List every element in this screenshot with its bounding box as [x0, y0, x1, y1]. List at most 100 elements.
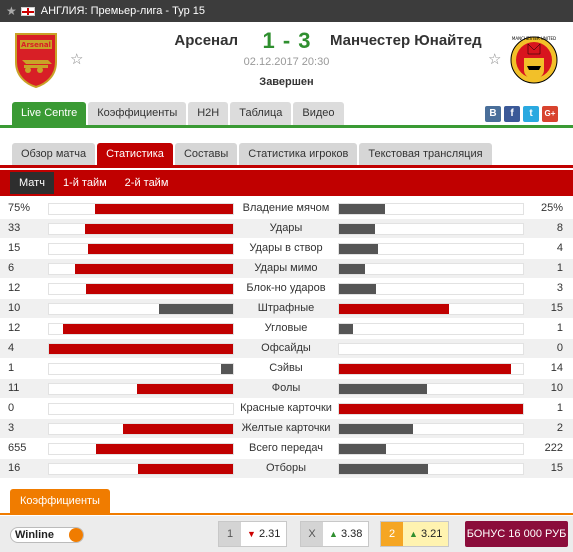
share-buttons: В f t G+: [485, 106, 558, 122]
tab-table[interactable]: Таблица: [230, 102, 292, 125]
stat-home-value: 11: [8, 382, 20, 394]
stat-label: Удары в створ: [249, 242, 323, 254]
stat-row: 1 Сэйвы 14: [0, 359, 573, 379]
stat-away-value: 1: [556, 322, 563, 334]
manchester-united-logo-text: MANCHESTER UNITED: [512, 36, 556, 41]
stat-home-bar: [48, 403, 234, 415]
stats-table: 75% Владение мячом 25% 33 Удары 8 15 Удары в ст…: [0, 199, 573, 479]
stat-away-fill: [339, 284, 376, 294]
odd-home[interactable]: 1 ▼ 2.31: [218, 521, 288, 547]
stat-home-fill: [122, 424, 233, 434]
subtab-lineups[interactable]: Составы: [174, 143, 238, 165]
odds-tab[interactable]: Коэффициенты: [10, 489, 110, 513]
period-match[interactable]: Матч: [10, 172, 54, 194]
stat-home-value: 12: [8, 282, 21, 294]
period-first-half[interactable]: 1-й тайм: [54, 172, 116, 194]
stat-home-value: 75%: [8, 202, 31, 214]
stat-away-fill: [339, 364, 511, 374]
stat-row: 10 Штрафные 15: [0, 299, 573, 319]
stat-away-fill: [339, 404, 523, 414]
stat-away-bar: [338, 243, 524, 255]
stat-away-value: 4: [556, 242, 563, 254]
stat-label: Сэйвы: [269, 362, 303, 374]
stat-away-bar: [338, 263, 524, 275]
stat-home-bar: [48, 303, 234, 315]
facebook-icon[interactable]: f: [504, 106, 520, 122]
stat-row: 12 Блок-но ударов 3: [0, 279, 573, 299]
stat-away-bar: [338, 223, 524, 235]
bonus-button[interactable]: БОНУС 16 000 РУБ: [465, 521, 568, 547]
tab-odds[interactable]: Коэффициенты: [88, 102, 187, 125]
subtab-statistics[interactable]: Статистика: [97, 143, 173, 165]
bookmaker-logo[interactable]: Winline: [10, 527, 84, 543]
league-title: АНГЛИЯ: Премьер-лига - Тур 15: [40, 5, 206, 17]
subtab-player-stats[interactable]: Статистика игроков: [239, 143, 358, 165]
stat-home-value: 6: [8, 262, 15, 274]
stat-home-fill: [63, 324, 233, 334]
vk-icon[interactable]: В: [485, 106, 501, 122]
stat-label: Всего передач: [249, 442, 323, 454]
stat-home-value: 12: [8, 322, 21, 334]
stat-home-value: 3: [8, 422, 15, 434]
arsenal-logo-text: Arsenal: [21, 41, 51, 49]
stat-away-value: 15: [550, 302, 563, 314]
subtab-overview[interactable]: Обзор матча: [12, 143, 96, 165]
odd-draw-value: 3.38: [340, 528, 363, 540]
stat-home-bar: [48, 423, 234, 435]
stat-away-fill: [339, 324, 354, 334]
stat-away-bar: [338, 343, 524, 355]
stat-away-value: 14: [550, 362, 563, 374]
stat-home-bar: [48, 223, 234, 235]
stat-away-bar: [338, 203, 524, 215]
odd-home-value: 2.31: [258, 528, 281, 540]
stat-away-value: 2: [556, 422, 563, 434]
odd-away-up-arrow-icon: ▲: [409, 529, 418, 539]
stat-away-value: 25%: [540, 202, 563, 214]
odd-away[interactable]: 2 ▲ 3.21: [380, 521, 450, 547]
away-team-name[interactable]: Манчестер Юнайтед: [330, 32, 482, 49]
stat-label: Блок-но ударов: [246, 282, 326, 294]
stat-row: 0 Красные карточки 1: [0, 399, 573, 419]
stat-away-bar: [338, 463, 524, 475]
stat-away-value: 8: [556, 222, 563, 234]
period-second-half[interactable]: 2-й тайм: [116, 172, 178, 194]
stat-home-bar: [48, 463, 234, 475]
tab-live-centre[interactable]: Live Centre: [12, 102, 87, 125]
stat-away-fill: [339, 224, 375, 234]
stat-label: Угловые: [264, 322, 308, 334]
star-icon[interactable]: ★: [6, 4, 17, 18]
stat-home-fill: [95, 204, 233, 214]
stat-label: Фолы: [271, 382, 301, 394]
stat-row: 75% Владение мячом 25%: [0, 199, 573, 219]
odds-tab-underline: [0, 513, 573, 515]
stat-away-fill: [339, 384, 427, 394]
stat-home-value: 655: [8, 442, 27, 454]
stat-home-bar: [48, 203, 234, 215]
stat-home-value: 15: [8, 242, 21, 254]
main-tabs: Live Centre Коэффициенты H2H Таблица Вид…: [12, 102, 344, 125]
period-tabs: Матч 1-й тайм 2-й тайм: [10, 172, 177, 194]
stat-away-fill: [339, 444, 386, 454]
stat-row: 3 Желтые карточки 2: [0, 419, 573, 439]
match-status: Завершен: [259, 76, 314, 88]
stat-away-value: 3: [556, 282, 563, 294]
stat-home-value: 4: [8, 342, 15, 354]
main-tabs-underline: [0, 125, 573, 128]
odd-draw[interactable]: X ▲ 3.38: [300, 521, 370, 547]
stat-label: Удары: [269, 222, 303, 234]
stat-home-value: 16: [8, 462, 21, 474]
stat-home-value: 33: [8, 222, 21, 234]
stat-home-fill: [75, 264, 233, 274]
stat-home-bar: [48, 443, 234, 455]
stat-home-fill: [84, 224, 233, 234]
home-team-name[interactable]: Арсенал: [174, 32, 238, 49]
stat-away-bar: [338, 283, 524, 295]
stat-home-value: 1: [8, 362, 15, 374]
tab-h2h[interactable]: H2H: [188, 102, 229, 125]
odd-home-key: 1: [219, 522, 241, 546]
tab-video[interactable]: Видео: [293, 102, 344, 125]
subtab-text-commentary[interactable]: Текстовая трансляция: [359, 143, 492, 165]
league-bar: ★ АНГЛИЯ: Премьер-лига - Тур 15: [0, 0, 573, 22]
twitter-icon[interactable]: t: [523, 106, 539, 122]
google-plus-icon[interactable]: G+: [542, 106, 558, 122]
